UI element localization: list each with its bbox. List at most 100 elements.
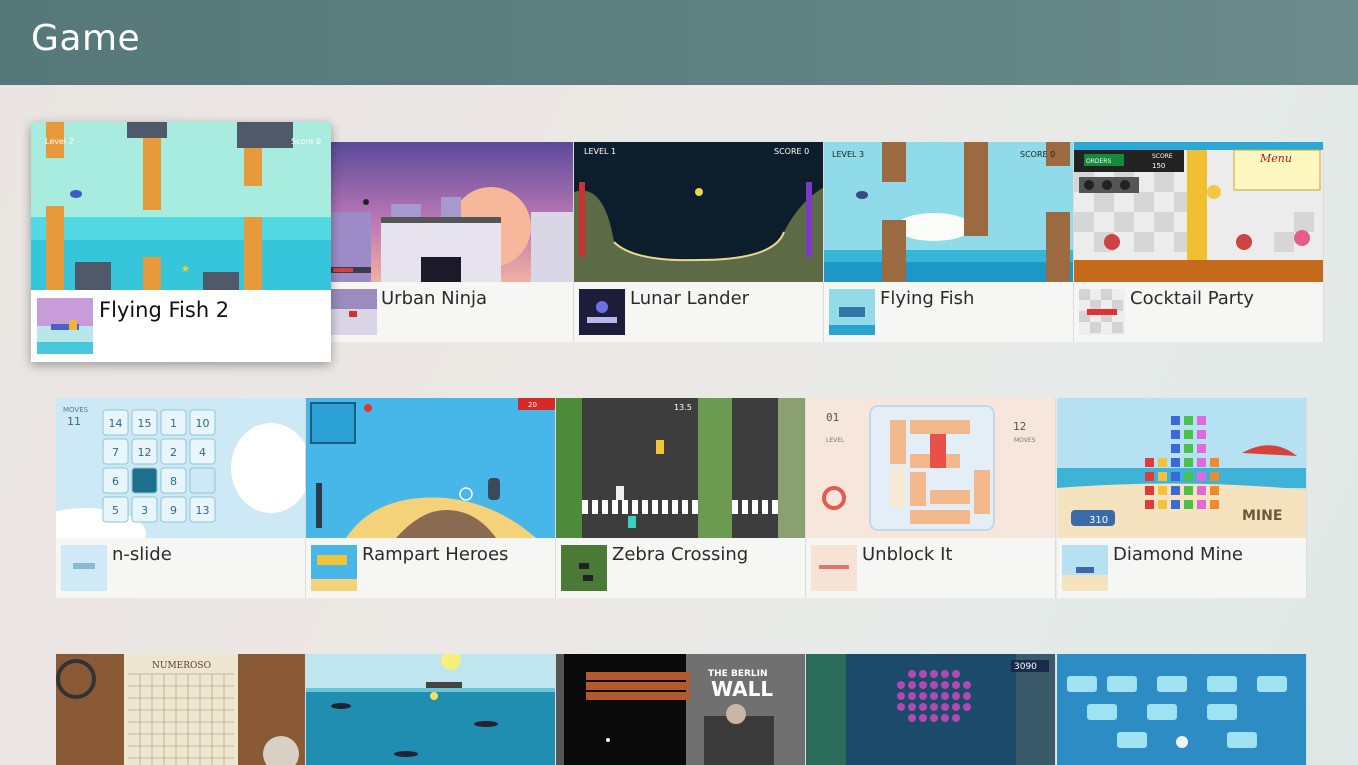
invader xyxy=(952,692,960,700)
gem xyxy=(1158,486,1167,495)
puzzle-cell xyxy=(131,467,158,494)
page-title: Game xyxy=(31,18,141,59)
puzzle-cell-number: 3 xyxy=(141,504,148,517)
puzzle-cell-number: 8 xyxy=(170,475,177,488)
invader xyxy=(963,681,971,689)
invader xyxy=(908,714,916,722)
game-tile-diamond-mine[interactable]: 310 MINE Diamond Mine xyxy=(1057,398,1307,598)
puzzle-cell-number: 15 xyxy=(138,417,152,430)
puzzle-cell-number: 9 xyxy=(170,504,177,517)
invader xyxy=(908,681,916,689)
game-icon xyxy=(1062,545,1108,591)
puzzle-cell-number: 12 xyxy=(138,446,152,459)
thumb-score-text: 20 xyxy=(528,401,537,409)
invader xyxy=(941,681,949,689)
game-tile-space-shooter[interactable]: 3090 xyxy=(806,654,1056,765)
game-screenshot: ORDERS SCORE 150 Menu xyxy=(1074,142,1323,282)
game-tile-flying-fish-2[interactable]: ★ Level 2 Score 0 Flying Fish 2 xyxy=(31,122,331,362)
puzzle-cell-number: 7 xyxy=(112,446,119,459)
gem xyxy=(1184,430,1193,439)
thumb-menu-text: Menu xyxy=(1259,152,1292,165)
game-tile-urban-ninja[interactable]: Urban Ninja xyxy=(331,142,574,342)
invader xyxy=(930,714,938,722)
svg-text:★: ★ xyxy=(181,264,190,275)
invader xyxy=(919,692,927,700)
tile-label-area: Flying Fish xyxy=(824,282,1073,342)
game-icon xyxy=(561,545,607,591)
gem xyxy=(1184,458,1193,467)
tile-label-area: Diamond Mine xyxy=(1057,538,1306,598)
thumb-level-text: LEVEL 1 xyxy=(584,147,616,156)
game-tile-numeroso[interactable]: NUMEROSO xyxy=(56,654,306,765)
invader xyxy=(930,692,938,700)
gem xyxy=(1184,500,1193,509)
invader xyxy=(930,703,938,711)
game-tile-submarine[interactable] xyxy=(306,654,556,765)
invader xyxy=(919,714,927,722)
tile-label-area: Urban Ninja xyxy=(331,282,573,342)
tile-label-area: Cocktail Party xyxy=(1074,282,1323,342)
game-screenshot xyxy=(306,654,555,765)
puzzle-cell-number: 6 xyxy=(112,475,119,488)
game-title: Unblock It xyxy=(862,544,953,565)
thumb-score-text: 3090 xyxy=(1014,662,1037,672)
gem xyxy=(1197,444,1206,453)
game-tile-unblock-it[interactable]: 01 LEVEL 12 MOVES Unblock It xyxy=(806,398,1056,598)
gem xyxy=(1197,416,1206,425)
gem xyxy=(1184,486,1193,495)
game-icon xyxy=(37,298,93,354)
game-title: Flying Fish 2 xyxy=(99,298,230,322)
game-tile-cocktail-party[interactable]: ORDERS SCORE 150 Menu Cocktail Party xyxy=(1074,142,1324,342)
gem xyxy=(1145,472,1154,481)
invader xyxy=(930,670,938,678)
game-title: Lunar Lander xyxy=(630,288,750,309)
game-tile-the-berlin-wall[interactable]: THE BERLIN WALL xyxy=(556,654,806,765)
gem xyxy=(1171,500,1180,509)
game-screenshot: NUMEROSO xyxy=(56,654,305,765)
gem xyxy=(1145,486,1154,495)
gem xyxy=(1171,444,1180,453)
game-title: n-slide xyxy=(112,544,172,565)
gem xyxy=(1197,486,1206,495)
game-title: Cocktail Party xyxy=(1130,288,1254,309)
gem xyxy=(1184,444,1193,453)
game-screenshot: 310 MINE xyxy=(1057,398,1306,538)
invader xyxy=(952,703,960,711)
game-icon xyxy=(1079,289,1125,335)
tile-label-area: Zebra Crossing xyxy=(556,538,805,598)
invader xyxy=(941,670,949,678)
gem xyxy=(1145,500,1154,509)
puzzle-cell-number: 2 xyxy=(170,446,177,459)
invader xyxy=(952,714,960,722)
invader xyxy=(919,681,927,689)
invader xyxy=(897,703,905,711)
invader xyxy=(908,670,916,678)
game-icon xyxy=(811,545,857,591)
thumb-logo-text: MINE xyxy=(1242,508,1282,524)
game-tile-lunar-lander[interactable]: LEVEL 1 SCORE 0 Lunar Lander xyxy=(574,142,824,342)
invader xyxy=(908,692,916,700)
thumb-moves-value: 12 xyxy=(1013,420,1026,433)
game-tile-ice-bubbles[interactable] xyxy=(1057,654,1307,765)
thumb-score-value: 150 xyxy=(1152,162,1165,170)
gem xyxy=(1171,472,1180,481)
thumb-score-text: SCORE 0 xyxy=(1020,150,1055,159)
thumb-orders-text: ORDERS xyxy=(1086,158,1111,165)
game-tile-zebra-crossing[interactable]: 13.5 Zebra Crossing xyxy=(556,398,806,598)
thumb-title-text: NUMEROSO xyxy=(152,661,211,671)
invader xyxy=(908,703,916,711)
game-icon xyxy=(331,289,377,335)
game-tile-rampart-heroes[interactable]: 20 Rampart Heroes xyxy=(306,398,556,598)
gem xyxy=(1197,458,1206,467)
invader xyxy=(897,692,905,700)
game-screenshot: THE BERLIN WALL xyxy=(556,654,805,765)
game-tile-n-slide[interactable]: MOVES 11 14 15 1 10 7 12 2 4 6 8 5 3 9 13 n-slide xyxy=(56,398,306,598)
gem xyxy=(1158,472,1167,481)
game-screenshot xyxy=(331,142,573,282)
gem xyxy=(1197,472,1206,481)
invader xyxy=(963,692,971,700)
thumb-level-label: LEVEL xyxy=(826,437,845,444)
tile-label-area: Flying Fish 2 xyxy=(31,290,331,362)
game-tile-flying-fish[interactable]: LEVEL 3 SCORE 0 Flying Fish xyxy=(824,142,1074,342)
game-screenshot: 13.5 xyxy=(556,398,805,538)
